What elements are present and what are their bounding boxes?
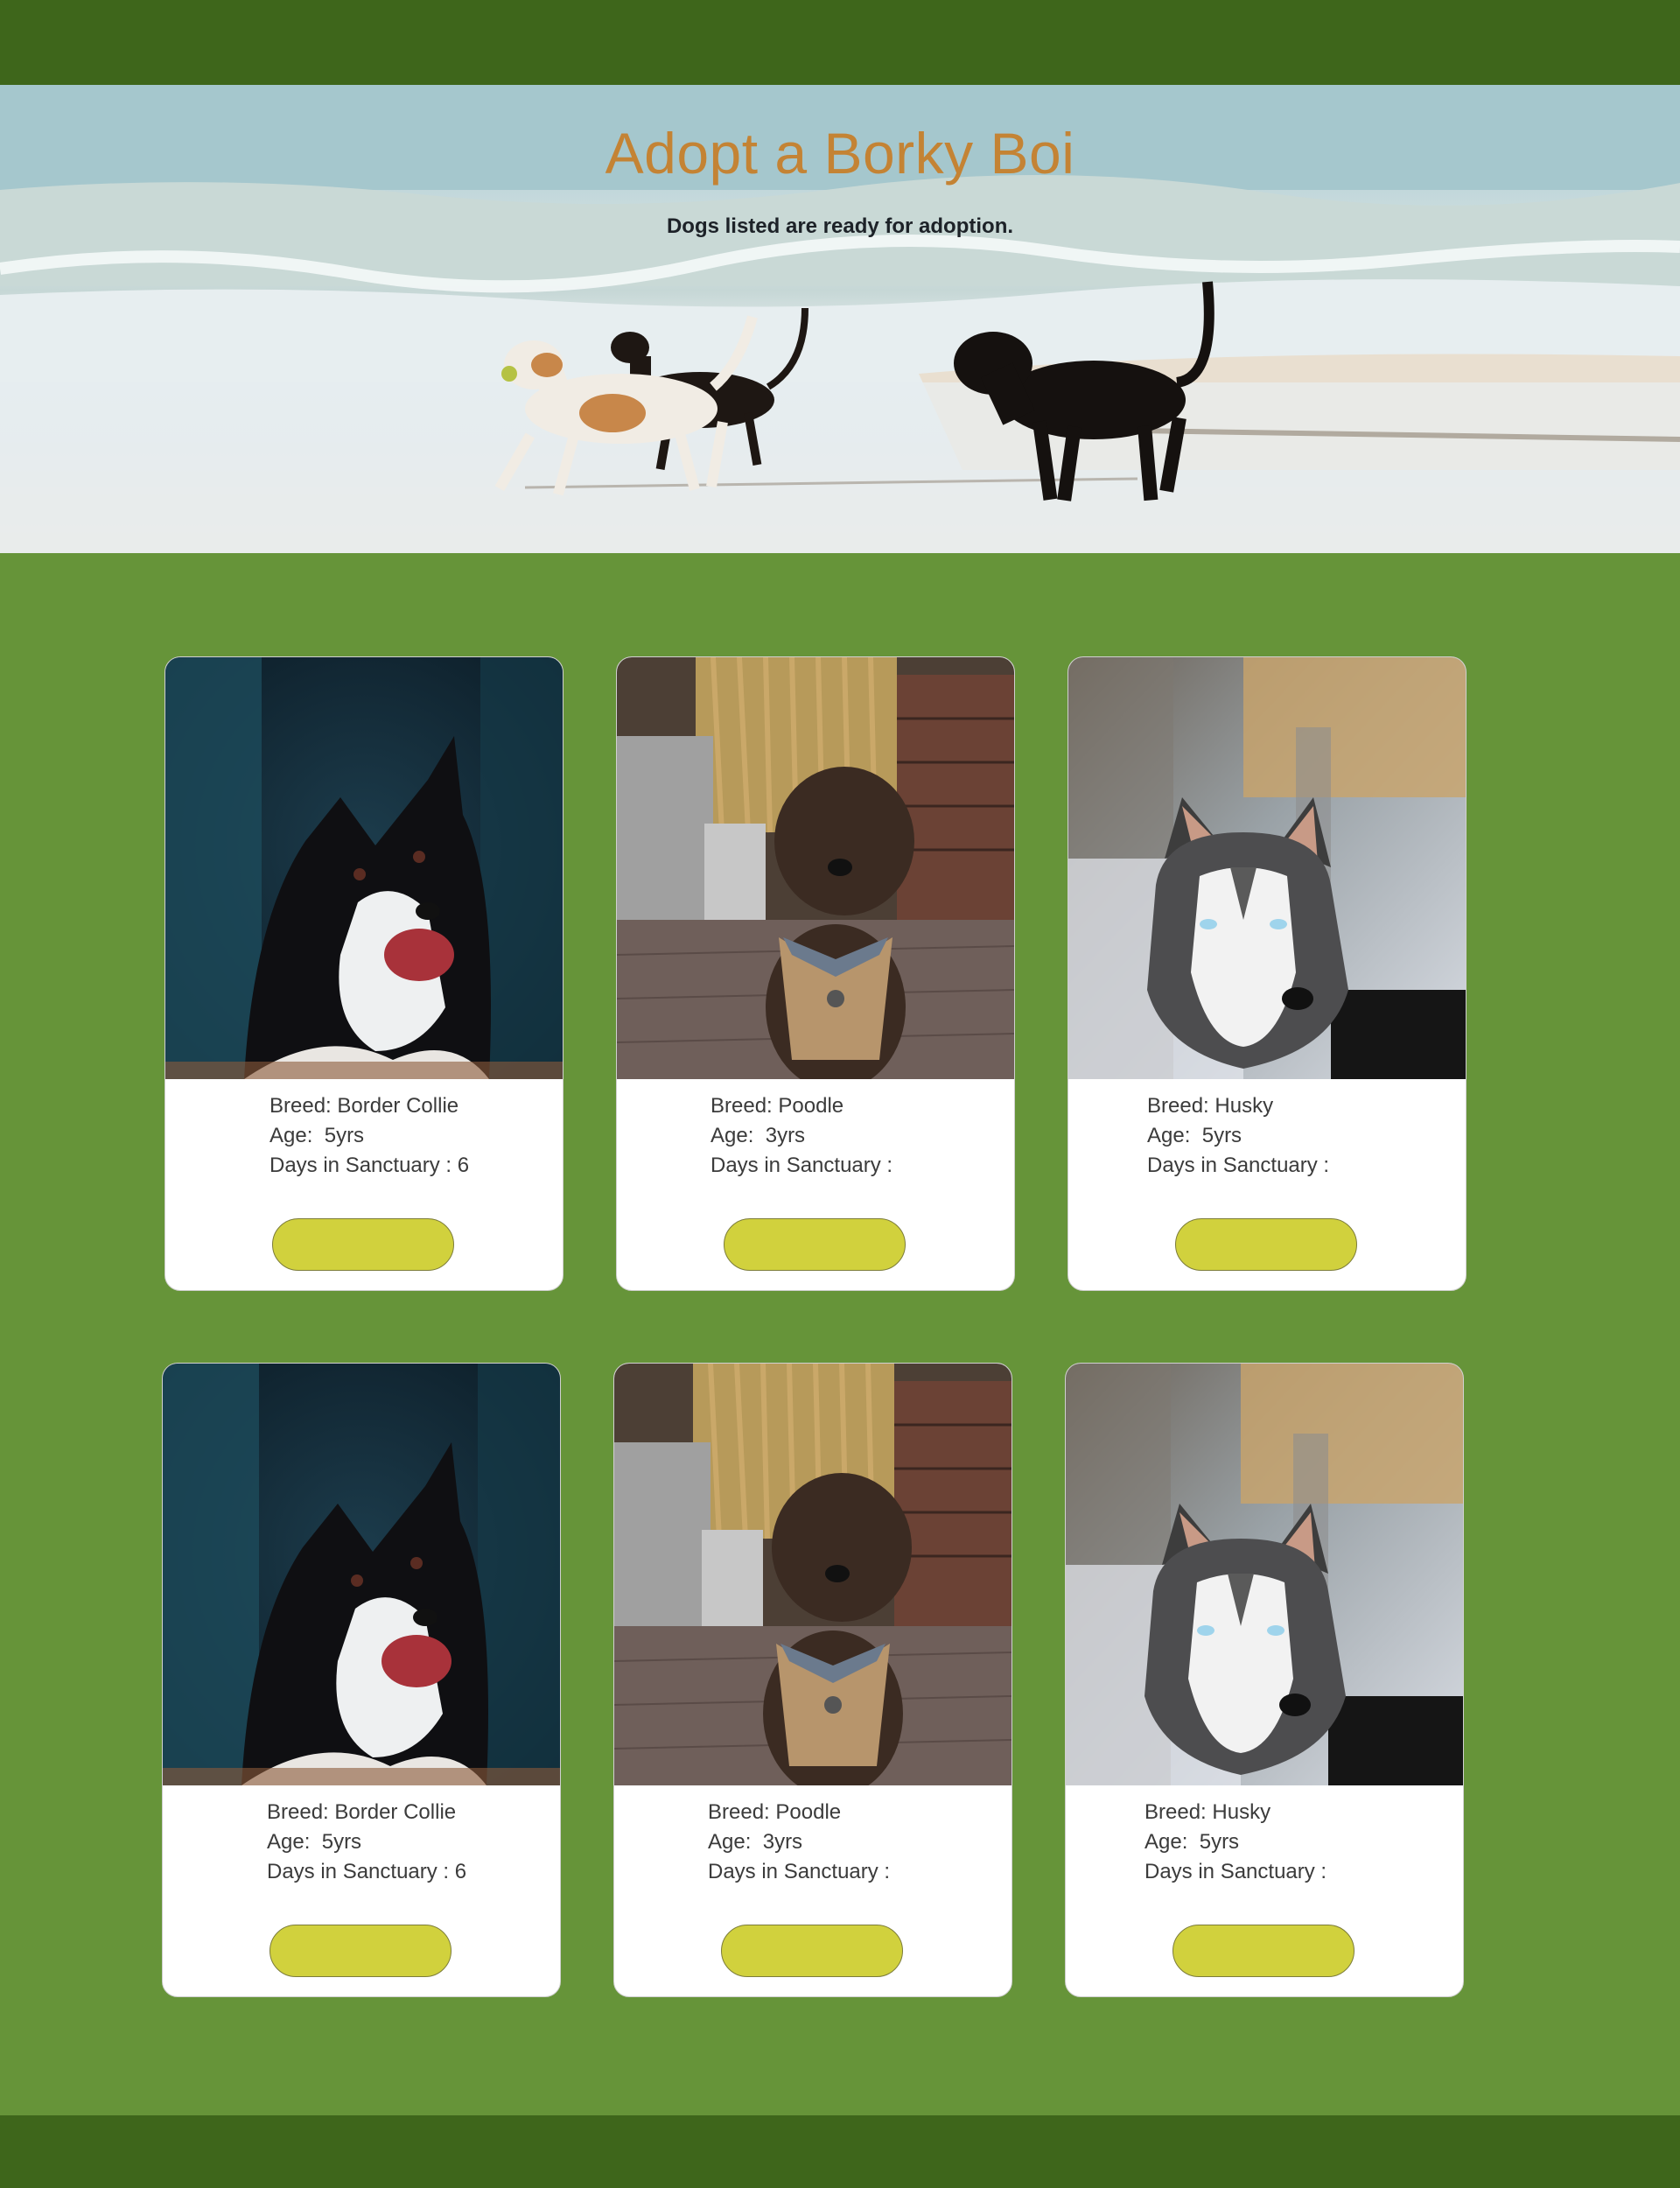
dog-info: Breed: Husky Age: 5yrs Days in Sanctuary… xyxy=(1144,1798,1333,1887)
dog-info: Breed: Border Collie Age: 5yrs Days in S… xyxy=(270,1091,469,1181)
hero-banner: Adopt a Borky Boi Dogs listed are ready … xyxy=(0,85,1680,553)
age-line: Age: 3yrs xyxy=(710,1124,806,1147)
dog-info: Breed: Poodle Age: 3yrs Days in Sanctuar… xyxy=(710,1091,899,1181)
age-line: Age: 3yrs xyxy=(708,1830,803,1854)
days-line: Days in Sanctuary : 6 xyxy=(267,1860,467,1883)
dog-card: Breed: Border Collie Age: 5yrs Days in S… xyxy=(164,656,564,1291)
footer-bar xyxy=(0,2115,1680,2188)
dog-info: Breed: Husky Age: 5yrs Days in Sanctuary… xyxy=(1147,1091,1335,1181)
adopt-button[interactable] xyxy=(1175,1218,1357,1271)
breed-line: Breed: Husky xyxy=(1147,1094,1274,1118)
days-line: Days in Sanctuary : xyxy=(708,1860,896,1883)
age-line: Age: 5yrs xyxy=(1147,1124,1242,1147)
adopt-button[interactable] xyxy=(721,1925,903,1977)
page-subtitle: Dogs listed are ready for adoption. xyxy=(666,214,1014,238)
husky-photo xyxy=(1066,1364,1463,1785)
dog-card: Breed: Poodle Age: 3yrs Days in Sanctuar… xyxy=(616,656,1015,1291)
breed-line: Breed: Poodle xyxy=(710,1094,844,1118)
dog-info: Breed: Poodle Age: 3yrs Days in Sanctuar… xyxy=(708,1798,896,1887)
days-line: Days in Sanctuary : xyxy=(1147,1154,1335,1177)
adopt-button[interactable] xyxy=(1172,1925,1354,1977)
border-collie-photo xyxy=(163,1364,560,1785)
days-line: Days in Sanctuary : 6 xyxy=(270,1154,470,1177)
adopt-button[interactable] xyxy=(270,1925,452,1977)
husky-photo xyxy=(1068,657,1466,1079)
breed-line: Breed: Husky xyxy=(1144,1800,1271,1824)
dog-info: Breed: Border Collie Age: 5yrs Days in S… xyxy=(267,1798,466,1887)
border-collie-photo xyxy=(165,657,563,1079)
adopt-button[interactable] xyxy=(724,1218,906,1271)
dog-card: Breed: Husky Age: 5yrs Days in Sanctuary… xyxy=(1065,1363,1464,1997)
breed-line: Breed: Border Collie xyxy=(270,1094,459,1118)
days-line: Days in Sanctuary : xyxy=(1144,1860,1333,1883)
age-line: Age: 5yrs xyxy=(267,1830,362,1854)
top-bar xyxy=(0,0,1680,85)
poodle-photo xyxy=(614,1364,1012,1785)
age-line: Age: 5yrs xyxy=(1144,1830,1240,1854)
days-line: Days in Sanctuary : xyxy=(710,1154,899,1177)
breed-line: Breed: Border Collie xyxy=(267,1800,457,1824)
adopt-button[interactable] xyxy=(272,1218,454,1271)
breed-line: Breed: Poodle xyxy=(708,1800,842,1824)
age-line: Age: 5yrs xyxy=(270,1124,365,1147)
dog-card: Breed: Poodle Age: 3yrs Days in Sanctuar… xyxy=(613,1363,1012,1997)
poodle-photo xyxy=(617,657,1014,1079)
page-title: Adopt a Borky Boi xyxy=(605,121,1075,186)
dog-card: Breed: Border Collie Age: 5yrs Days in S… xyxy=(162,1363,561,1997)
dog-card: Breed: Husky Age: 5yrs Days in Sanctuary… xyxy=(1068,656,1466,1291)
